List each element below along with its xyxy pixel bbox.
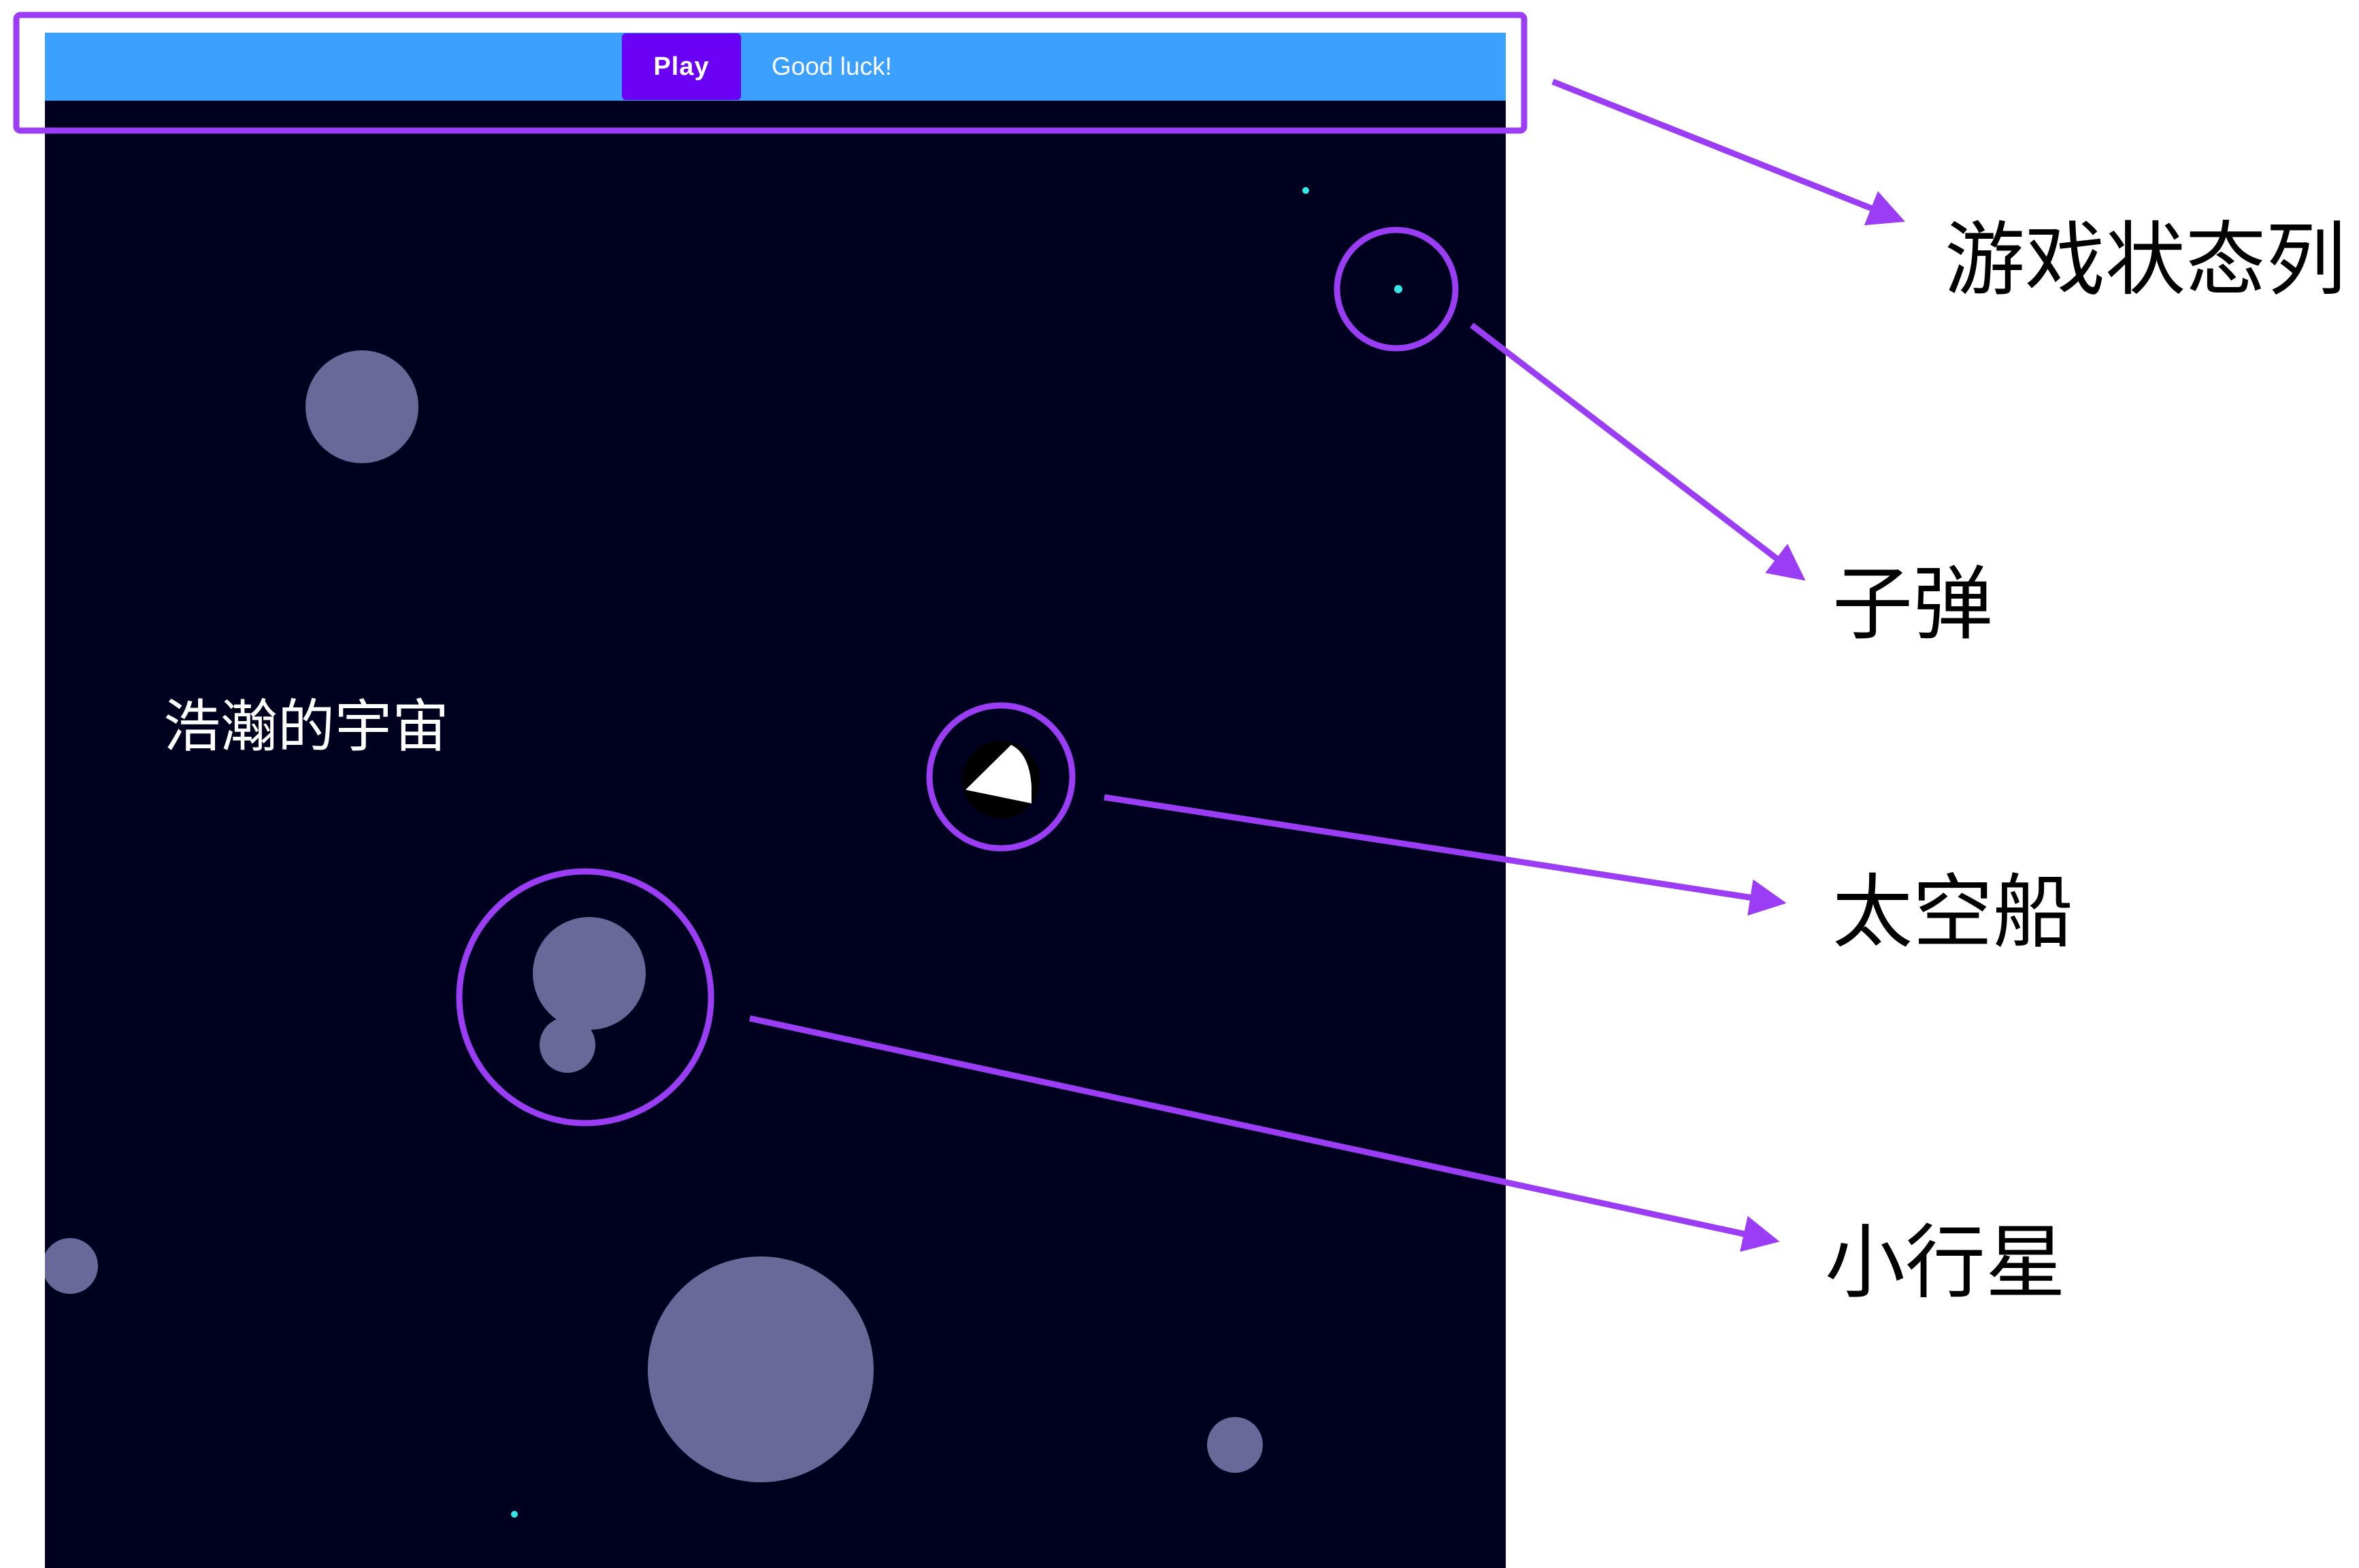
bullets <box>511 187 1402 1518</box>
game-status-bar: Play Good luck! <box>45 33 1506 101</box>
bullet <box>1302 187 1309 194</box>
universe-label: 浩瀚的宇宙 <box>163 693 450 760</box>
status-bar-arrow <box>1551 78 1906 226</box>
asteroid-annotation: 小行星 <box>1825 1216 2066 1310</box>
asteroid <box>1207 1417 1263 1473</box>
bullet <box>1394 285 1402 293</box>
status-message: Good luck! <box>772 52 892 80</box>
asteroid <box>648 1256 874 1482</box>
bullet <box>511 1511 518 1518</box>
status-bar-annotation: 游戏状态列 <box>1945 213 2347 307</box>
spaceship-annotation: 太空船 <box>1832 865 2074 959</box>
asteroid <box>45 1238 98 1294</box>
game-frame: Play Good luck! 浩瀚的宇宙 <box>45 33 1506 1568</box>
asteroid <box>533 917 646 1030</box>
space-canvas[interactable] <box>45 101 1506 1568</box>
bullet-annotation: 子弹 <box>1832 557 1994 651</box>
spaceship <box>962 741 1040 818</box>
asteroid <box>540 1017 595 1073</box>
asteroids <box>45 350 1263 1482</box>
play-button[interactable]: Play <box>622 33 741 100</box>
asteroid <box>306 350 418 463</box>
bullet-arrow <box>1470 322 1806 581</box>
